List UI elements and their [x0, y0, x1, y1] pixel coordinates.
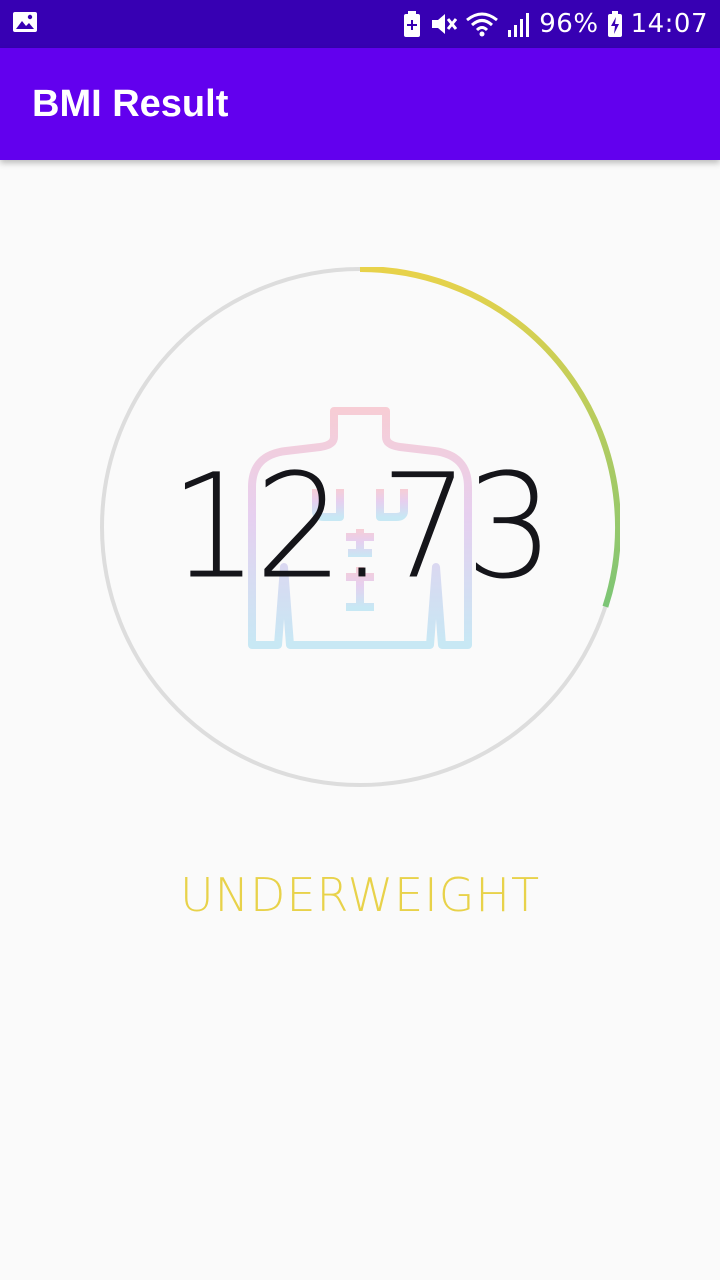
mute-icon — [429, 10, 458, 38]
signal-icon — [507, 10, 531, 38]
status-time: 14:07 — [630, 9, 708, 39]
battery-charging-icon — [607, 10, 623, 38]
battery-saver-icon — [403, 10, 421, 38]
bmi-value: 12.73 — [169, 443, 555, 611]
status-bar: 96% 14:07 — [0, 0, 720, 48]
image-icon — [12, 10, 38, 38]
bmi-category: UNDERWEIGHT — [179, 868, 541, 922]
app-bar: BMI Result — [0, 48, 720, 160]
bmi-gauge: 12.73 — [100, 267, 620, 787]
page-title: BMI Result — [32, 82, 229, 125]
battery-percent: 96% — [539, 9, 599, 39]
wifi-icon — [465, 10, 499, 38]
